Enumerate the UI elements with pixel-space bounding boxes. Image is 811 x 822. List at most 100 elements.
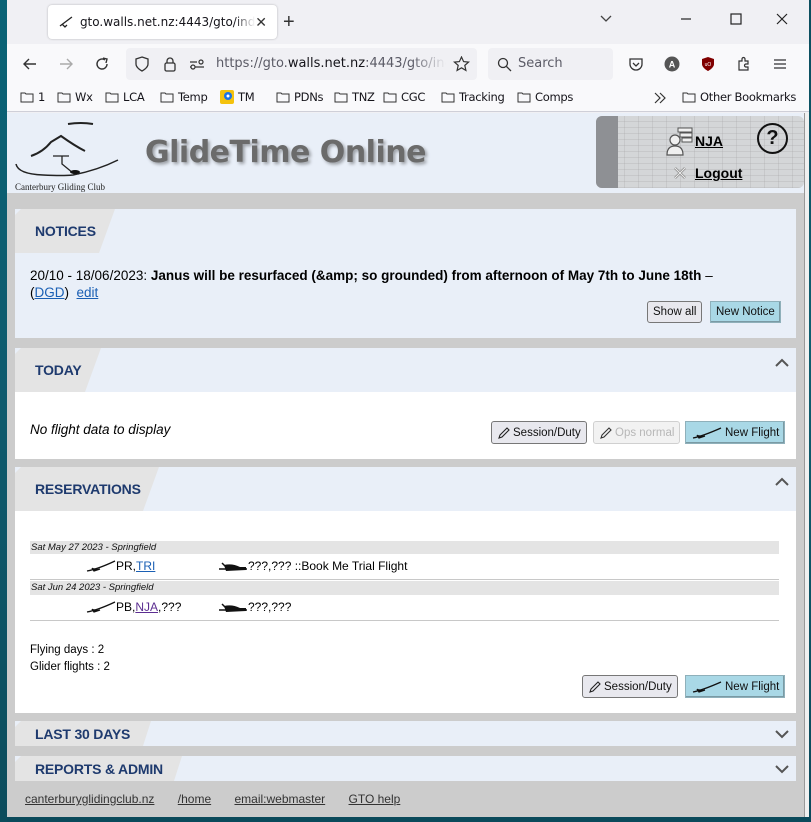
folder-icon	[105, 92, 119, 103]
footer-link-home[interactable]: /home	[178, 792, 211, 806]
logout-x-icon[interactable]	[673, 166, 687, 180]
bookmark-folder[interactable]: PDNs	[276, 90, 323, 104]
button-label: Session/Duty	[604, 680, 672, 693]
today-header[interactable]: TODAY	[15, 348, 796, 392]
chevron-down-icon[interactable]	[599, 12, 613, 26]
section-title: NOTICES	[35, 223, 96, 239]
pilot-link[interactable]: TRI	[136, 559, 155, 573]
pocket-icon[interactable]	[628, 56, 644, 72]
lock-icon[interactable]	[162, 56, 178, 72]
folder-icon	[383, 92, 397, 103]
button-label: Ops normal	[615, 426, 675, 439]
footer-links: canterburyglidingclub.nz /home email:web…	[25, 792, 420, 806]
reservations-header[interactable]: RESERVATIONS	[15, 467, 796, 511]
account-avatar-icon[interactable]: A	[664, 56, 680, 72]
svg-text:uO: uO	[705, 62, 712, 68]
notices-header[interactable]: NOTICES	[15, 209, 796, 253]
maximize-icon[interactable]	[729, 12, 743, 26]
glider-icon	[86, 560, 116, 572]
ops-normal-button[interactable]: Ops normal	[593, 421, 681, 444]
browser-tab[interactable]: gto.walls.net.nz:4443/gto/index.php ✕	[48, 5, 277, 39]
notice-date: 20/10 - 18/06/2023:	[30, 268, 151, 283]
bookmark-folder[interactable]: Wx	[57, 90, 93, 104]
notice-message: Janus will be resurfaced (&amp; so groun…	[150, 268, 702, 283]
notices-body: 20/10 - 18/06/2023: Janus will be resurf…	[15, 253, 796, 338]
bookmark-label: LCA	[123, 90, 145, 104]
reload-icon[interactable]	[94, 56, 110, 72]
session-duty-button[interactable]: Session/Duty	[582, 675, 678, 698]
club-logo: Canterbury Gliding Club	[15, 122, 119, 192]
tow-booking: ???,??? ::Book Me Trial Flight	[218, 559, 407, 573]
button-label: New Flight	[725, 426, 780, 439]
shield-icon[interactable]	[134, 56, 150, 72]
notice-author-link[interactable]: DGD	[35, 285, 65, 300]
menu-icon[interactable]	[772, 56, 788, 72]
bookmark-folder[interactable]: Comps	[517, 90, 573, 104]
close-window-icon[interactable]	[775, 12, 789, 26]
bookmark-label: TNZ	[352, 90, 375, 104]
desktop-background	[0, 0, 7, 822]
search-bar[interactable]: Search	[488, 48, 613, 80]
site-header: Canterbury Gliding Club GlideTime Online…	[7, 113, 804, 193]
new-flight-button[interactable]: New Flight	[685, 675, 786, 698]
bookmark-label: 1	[38, 90, 46, 104]
section-title: TODAY	[35, 362, 82, 378]
last-30-days-header[interactable]: LAST 30 DAYS	[15, 721, 796, 746]
reservations-section: RESERVATIONS Sat May 27 2023 - Springfie…	[15, 467, 796, 713]
footer-link-club-site[interactable]: canterburyglidingclub.nz	[25, 792, 154, 806]
bookmark-label: Comps	[535, 90, 574, 104]
page-scrollbar[interactable]	[804, 113, 809, 817]
url-bar[interactable]: https://gto.walls.net.nz:4443/gto/index.…	[126, 48, 477, 80]
permissions-icon[interactable]	[189, 57, 205, 71]
minimize-icon[interactable]	[679, 12, 693, 26]
chevron-up-icon[interactable]	[774, 356, 790, 368]
new-flight-button[interactable]: New Flight	[685, 421, 786, 444]
url-domain: walls.net.nz	[287, 56, 366, 71]
bookmark-folder[interactable]: LCA	[105, 90, 145, 104]
reservations-body: Sat May 27 2023 - Springfield PR, TRI ???…	[15, 511, 796, 713]
bookmarks-overflow-icon[interactable]	[653, 92, 667, 104]
chevron-down-icon[interactable]	[774, 728, 790, 740]
page-content: Canterbury Gliding Club GlideTime Online…	[7, 113, 804, 817]
footer-link-gto-help[interactable]: GTO help	[349, 792, 401, 806]
user-link[interactable]: NJA	[695, 133, 723, 149]
back-icon[interactable]	[22, 56, 38, 72]
bookmark-folder[interactable]: Tracking	[441, 90, 505, 104]
glider-registration: PB,	[116, 600, 136, 614]
show-all-button[interactable]: Show all	[647, 301, 703, 323]
bookmark-folder[interactable]: TNZ	[334, 90, 375, 104]
bookmark-label: Wx	[75, 90, 93, 104]
pilot-link[interactable]: NJA	[135, 600, 158, 614]
bookmark-link[interactable]: TM	[220, 90, 255, 104]
bookmark-folder[interactable]: Temp	[160, 90, 208, 104]
chevron-down-icon[interactable]	[774, 763, 790, 775]
new-notice-button[interactable]: New Notice	[710, 301, 781, 323]
button-label: New Notice	[716, 306, 775, 318]
help-button[interactable]: ?	[757, 123, 788, 154]
bookmark-folder[interactable]: 1	[20, 90, 45, 104]
bookmark-star-icon[interactable]	[453, 56, 470, 72]
button-label: New Flight	[725, 680, 780, 693]
logout-link[interactable]: Logout	[695, 165, 742, 181]
tow-details: ???,???	[248, 600, 292, 614]
session-duty-button[interactable]: Session/Duty	[491, 421, 587, 444]
chevron-up-icon[interactable]	[774, 475, 790, 487]
reports-admin-header[interactable]: REPORTS & ADMIN	[15, 756, 796, 781]
title-bar: gto.walls.net.nz:4443/gto/index.php ✕ +	[7, 0, 809, 44]
new-tab-icon[interactable]: +	[283, 11, 295, 34]
close-tab-icon[interactable]: ✕	[255, 14, 267, 31]
ublock-origin-icon[interactable]: uO	[700, 56, 716, 72]
footer-link-email-webmaster[interactable]: email:webmaster	[234, 792, 325, 806]
extensions-icon[interactable]	[736, 56, 752, 72]
notice-edit-link[interactable]: edit	[77, 285, 99, 300]
other-bookmarks[interactable]: Other Bookmarks	[682, 90, 796, 104]
folder-icon	[682, 92, 696, 103]
url-text[interactable]: https://gto.walls.net.nz:4443/gto/index.…	[216, 56, 446, 71]
towplane-icon	[219, 603, 247, 612]
button-label: Show all	[653, 306, 697, 318]
bookmark-folder[interactable]: CGC	[383, 90, 425, 104]
logbook-spine	[596, 116, 618, 188]
forward-icon[interactable]	[58, 56, 74, 72]
url-suffix: :4443/gto/index.php	[365, 56, 446, 71]
tow-booking: ???,???	[218, 600, 291, 614]
